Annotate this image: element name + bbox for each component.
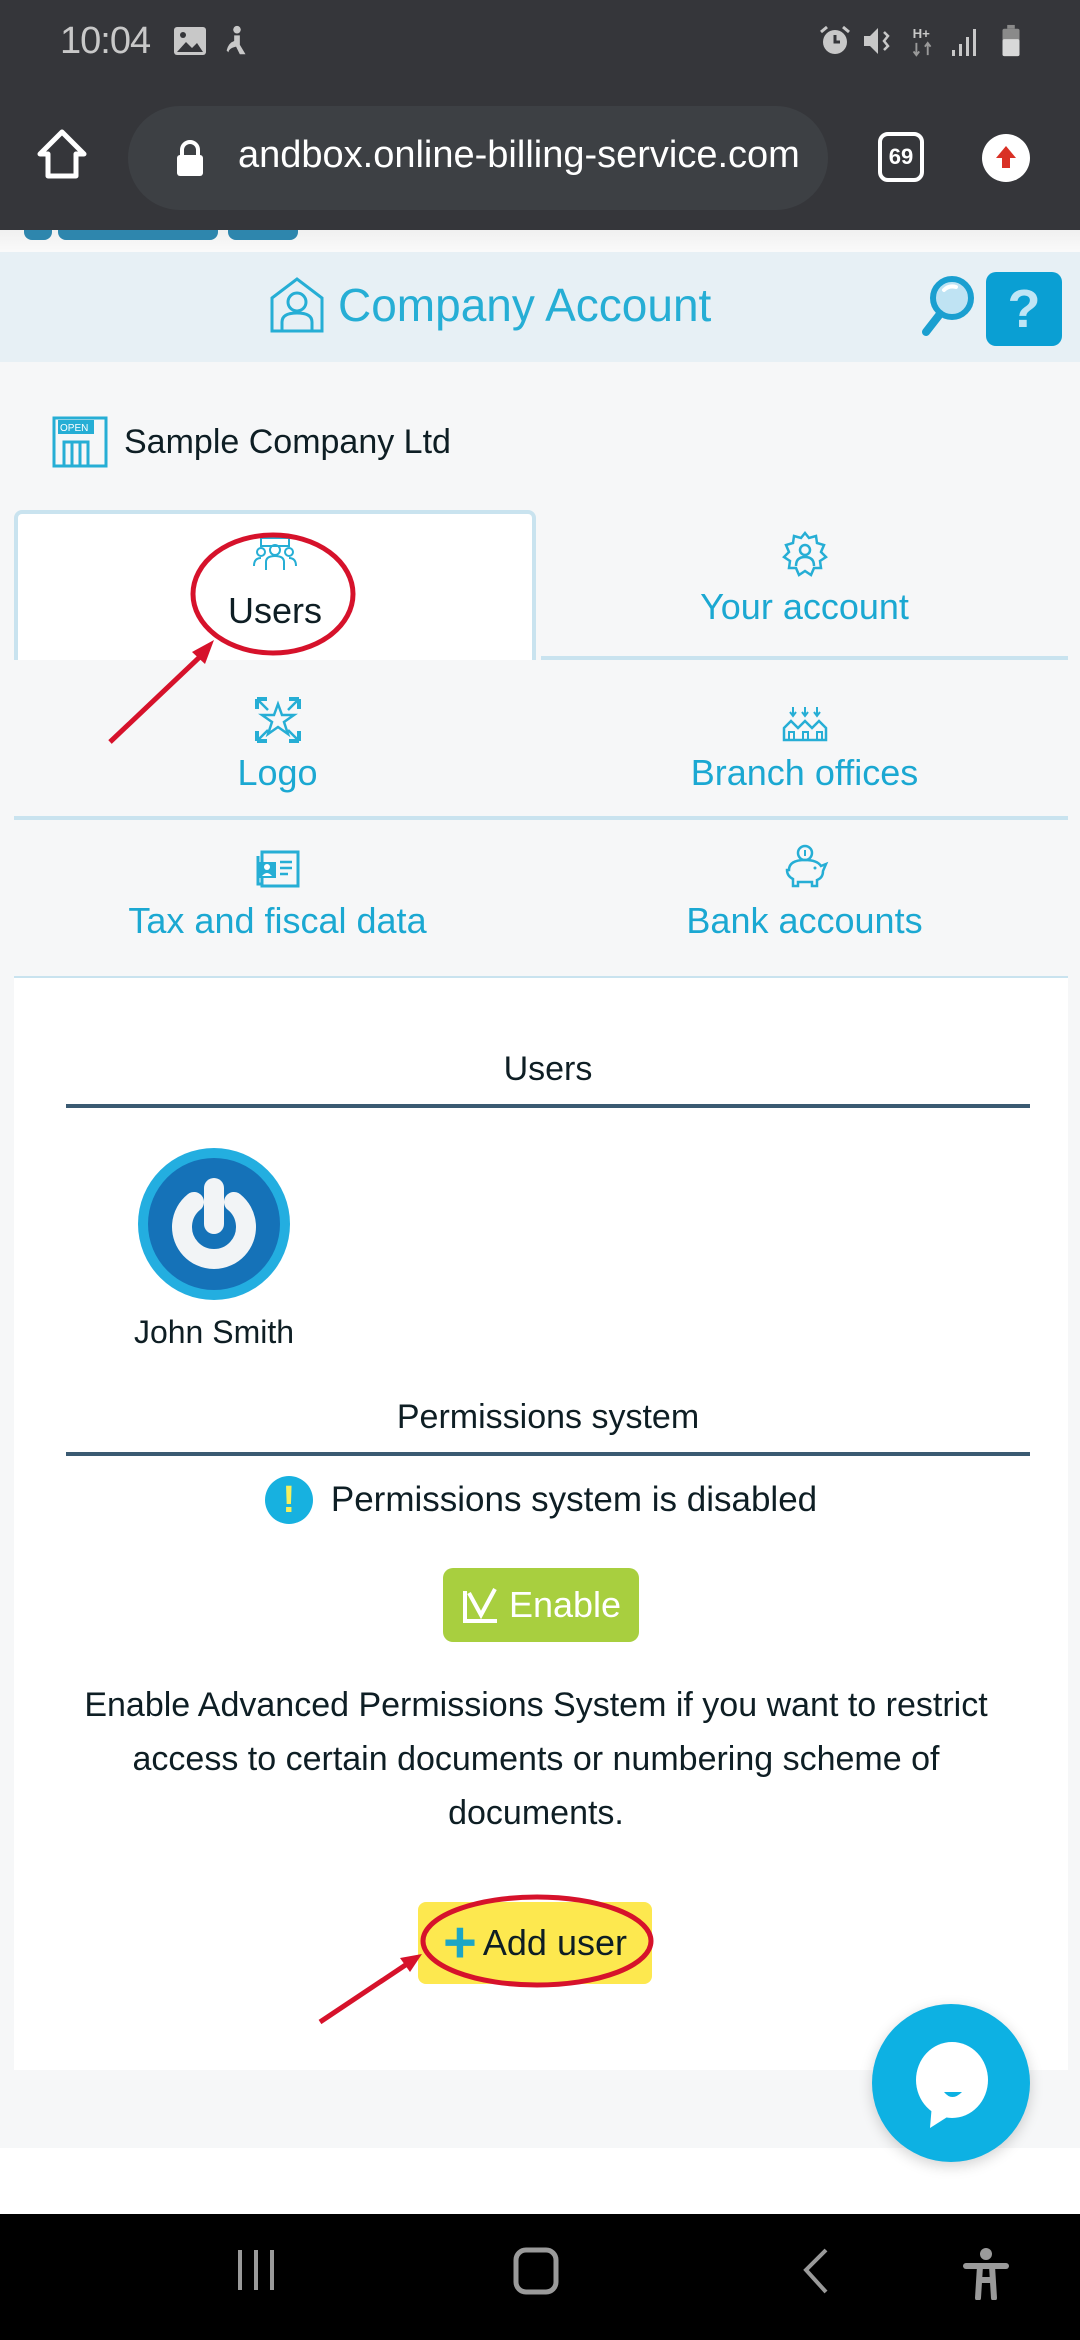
chat-bubble-icon xyxy=(916,2042,988,2128)
add-user-label: Add user xyxy=(482,1922,627,1963)
help-button[interactable]: ? xyxy=(986,272,1062,346)
svg-text:OPEN: OPEN xyxy=(60,423,88,434)
page-header: Company Account ? xyxy=(0,252,1080,362)
warning-icon: ! xyxy=(264,1476,313,1524)
tab-label: Bank accounts xyxy=(686,900,923,941)
users-panel: Users John Smith Permissions system ! Pe… xyxy=(14,978,1068,2070)
update-arrow-icon xyxy=(996,146,1016,168)
permissions-section-title: Permissions system xyxy=(396,1398,700,1436)
user-gear-icon xyxy=(781,530,828,577)
tab-branch-offices[interactable]: Branch offices xyxy=(541,660,1068,820)
plus-icon: + xyxy=(443,1910,477,1975)
recent-apps-icon[interactable] xyxy=(232,2246,280,2294)
logo-star-icon xyxy=(254,697,301,743)
system-nav-bar xyxy=(0,2214,1080,2340)
peek-bar xyxy=(228,230,298,240)
chat-button[interactable] xyxy=(872,2004,1030,2162)
url-bar[interactable]: andbox.online-billing-service.com xyxy=(128,106,828,210)
shop-open-icon: OPEN xyxy=(52,416,108,468)
user-card[interactable]: John Smith xyxy=(124,1148,304,1351)
svg-text:H+: H+ xyxy=(913,26,931,41)
page-top-edge xyxy=(0,230,1080,252)
permissions-status-text: Permissions system is disabled xyxy=(330,1480,818,1519)
add-user-button[interactable]: + Add user xyxy=(418,1902,652,1984)
tab-switcher-button[interactable]: 69 xyxy=(878,132,924,182)
back-icon[interactable] xyxy=(800,2246,832,2294)
company-name: Sample Company Ltd xyxy=(124,422,451,461)
section-divider xyxy=(66,1104,1030,1108)
signal-icon xyxy=(952,29,976,56)
alarm-icon xyxy=(820,25,850,54)
status-time: 10:04 xyxy=(60,20,151,62)
gallery-icon xyxy=(174,27,206,55)
users-section-title: Users xyxy=(503,1050,593,1088)
peek-bar xyxy=(24,230,52,240)
avatar[interactable] xyxy=(138,1148,290,1300)
home-icon[interactable] xyxy=(36,128,88,180)
accessibility-notification-icon xyxy=(226,25,246,55)
enable-permissions-button[interactable]: Enable xyxy=(443,1568,639,1642)
tab-label: Users xyxy=(227,590,322,631)
tab-label: Logo xyxy=(237,752,318,793)
tab-logo[interactable]: Logo xyxy=(14,660,541,820)
section-divider xyxy=(66,1452,1030,1456)
user-name: John Smith xyxy=(133,1314,295,1350)
url-text[interactable]: andbox.online-billing-service.com xyxy=(238,134,800,177)
company-account-icon xyxy=(270,277,324,333)
permissions-description: Enable Advanced Permissions System if yo… xyxy=(84,1686,988,1832)
tab-label: Branch offices xyxy=(690,752,919,793)
tab-users[interactable]: Users xyxy=(14,510,536,660)
branch-houses-icon xyxy=(782,707,827,742)
vibrate-icon xyxy=(864,28,890,54)
h-plus-data-icon: H+ xyxy=(913,26,932,57)
browser-toolbar: andbox.online-billing-service.com 69 xyxy=(0,84,1080,230)
tax-document-icon xyxy=(256,850,299,888)
power-logo-icon xyxy=(172,1178,256,1269)
permissions-status: ! Permissions system is disabled xyxy=(14,1476,1068,1524)
page-title: Company Account xyxy=(338,279,712,331)
peek-bar xyxy=(58,230,218,240)
lock-icon xyxy=(177,140,203,176)
search-icon[interactable] xyxy=(916,274,978,342)
enable-label: Enable xyxy=(508,1584,622,1625)
accessibility-icon[interactable] xyxy=(962,2246,1010,2300)
tab-your-account[interactable]: Your account xyxy=(541,510,1068,660)
tab-label: Tax and fiscal data xyxy=(128,900,427,941)
tab-label: Your account xyxy=(700,586,909,627)
tab-tax-fiscal-data[interactable]: Tax and fiscal data xyxy=(14,820,541,980)
tab-bank-accounts[interactable]: Bank accounts xyxy=(541,820,1068,980)
piggy-bank-icon xyxy=(785,844,828,888)
company-info: OPEN Sample Company Ltd xyxy=(52,414,451,470)
battery-icon xyxy=(1002,24,1020,57)
checkbox-check-icon xyxy=(462,1588,497,1623)
update-button[interactable] xyxy=(982,134,1030,182)
home-nav-icon[interactable] xyxy=(512,2246,560,2296)
users-group-icon xyxy=(253,537,297,570)
status-bar: 10:04 H+ xyxy=(0,0,1080,84)
